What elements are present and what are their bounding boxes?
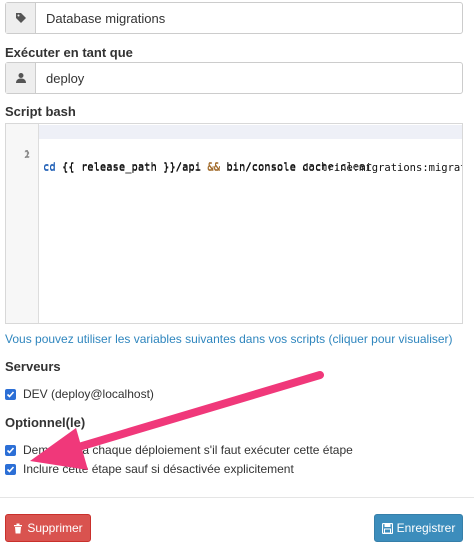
run-as-label: Exécuter en tant que [5,45,133,60]
optional-option-label: Demander à chaque déploiement s'il faut … [23,443,353,457]
code-keyword: cd [43,162,56,174]
code-line[interactable]: 1 cd {{ release_path }}/api && bin/conso… [6,125,462,173]
check-icon [6,446,15,454]
save-button-label: Enregistrer [396,521,456,535]
code-path: {{ release_path }}/api [55,162,208,174]
user-icon [6,63,36,93]
run-as-input[interactable]: deploy [36,63,462,93]
checkbox[interactable] [5,444,16,456]
checkbox[interactable] [5,388,16,400]
checkbox[interactable] [5,463,16,475]
divider [0,497,474,498]
line-number: 2 [23,150,30,161]
step-name-field[interactable]: Database migrations [5,2,463,34]
code-command: bin/console doctrine:migrations:migrate … [226,162,463,174]
server-option-label: DEV (deploy@localhost) [23,387,154,401]
save-button[interactable]: Enregistrer [374,514,463,542]
tag-icon [6,3,36,33]
script-label: Script bash [5,104,76,119]
code-line[interactable]: 2 cd {{ release_path }}/api && bin/conso… [6,138,462,174]
code-operator: && [207,162,221,174]
optional-option-label: Inclure cette étape sauf si désactivée e… [23,462,294,476]
code-editor[interactable]: 1 cd {{ release_path }}/api && bin/conso… [5,123,463,324]
trash-icon [14,523,23,533]
servers-label: Serveurs [5,359,61,374]
optional-label: Optionnel(le) [5,415,86,430]
active-line-highlight [39,125,462,139]
optional-option-ask[interactable]: Demander à chaque déploiement s'il faut … [5,443,353,457]
check-icon [6,465,15,473]
step-name-input[interactable]: Database migrations [36,3,462,33]
code-text: cd {{ release_path }}/api && bin/console… [43,162,463,174]
run-as-field[interactable]: deploy [5,62,463,94]
server-option[interactable]: DEV (deploy@localhost) [5,387,154,401]
check-icon [6,390,15,398]
variables-link[interactable]: Vous pouvez utiliser les variables suiva… [5,332,453,346]
optional-option-include[interactable]: Inclure cette étape sauf si désactivée e… [5,462,294,476]
delete-button[interactable]: Supprimer [5,514,91,542]
floppy-disk-icon [381,522,393,534]
delete-button-label: Supprimer [27,521,83,535]
